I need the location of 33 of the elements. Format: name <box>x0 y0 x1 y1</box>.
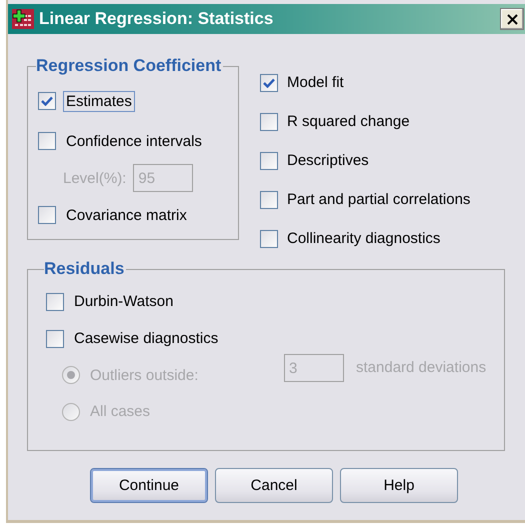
checkbox-label[interactable]: R squared change <box>284 111 413 132</box>
checkbox-label[interactable]: Part and partial correlations <box>284 189 474 210</box>
check-icon <box>41 96 53 106</box>
window-title: Linear Regression: Statistics <box>39 9 274 29</box>
checkbox-label[interactable]: Casewise diagnostics <box>71 328 222 349</box>
check-icon <box>263 78 275 88</box>
checkbox[interactable] <box>260 112 278 130</box>
checkbox-label[interactable]: Estimates <box>63 90 135 112</box>
checkbox[interactable] <box>260 74 278 92</box>
close-button[interactable] <box>500 8 524 30</box>
dialog-button[interactable]: Continue <box>90 468 208 503</box>
checkbox-label[interactable]: Collinearity diagnostics <box>284 228 444 249</box>
checkbox[interactable] <box>38 206 56 224</box>
units-label: standard deviations <box>355 358 488 378</box>
checkbox-label[interactable]: Descriptives <box>284 150 372 171</box>
checkbox[interactable] <box>260 190 278 208</box>
checkbox[interactable] <box>46 330 64 348</box>
checkbox-label[interactable]: Confidence intervals <box>63 130 205 152</box>
checkbox[interactable] <box>46 292 64 310</box>
checkbox[interactable] <box>260 152 278 170</box>
checkbox-label[interactable]: Covariance matrix <box>63 204 190 226</box>
close-icon <box>506 14 518 24</box>
dialog-button[interactable]: Cancel <box>215 468 333 503</box>
checkbox[interactable] <box>38 132 56 150</box>
group-title: Regression Coefficient <box>36 56 222 76</box>
group-title: Residuals <box>44 259 126 279</box>
field-label: Level(%): <box>62 168 128 188</box>
checkbox-label[interactable]: Model fit <box>284 72 347 93</box>
checkbox[interactable] <box>260 230 278 248</box>
checkbox-label[interactable]: Durbin-Watson <box>71 291 176 312</box>
dialog-button[interactable]: Help <box>340 468 458 503</box>
checkbox[interactable] <box>38 92 56 110</box>
grid-plus-icon <box>12 9 34 29</box>
